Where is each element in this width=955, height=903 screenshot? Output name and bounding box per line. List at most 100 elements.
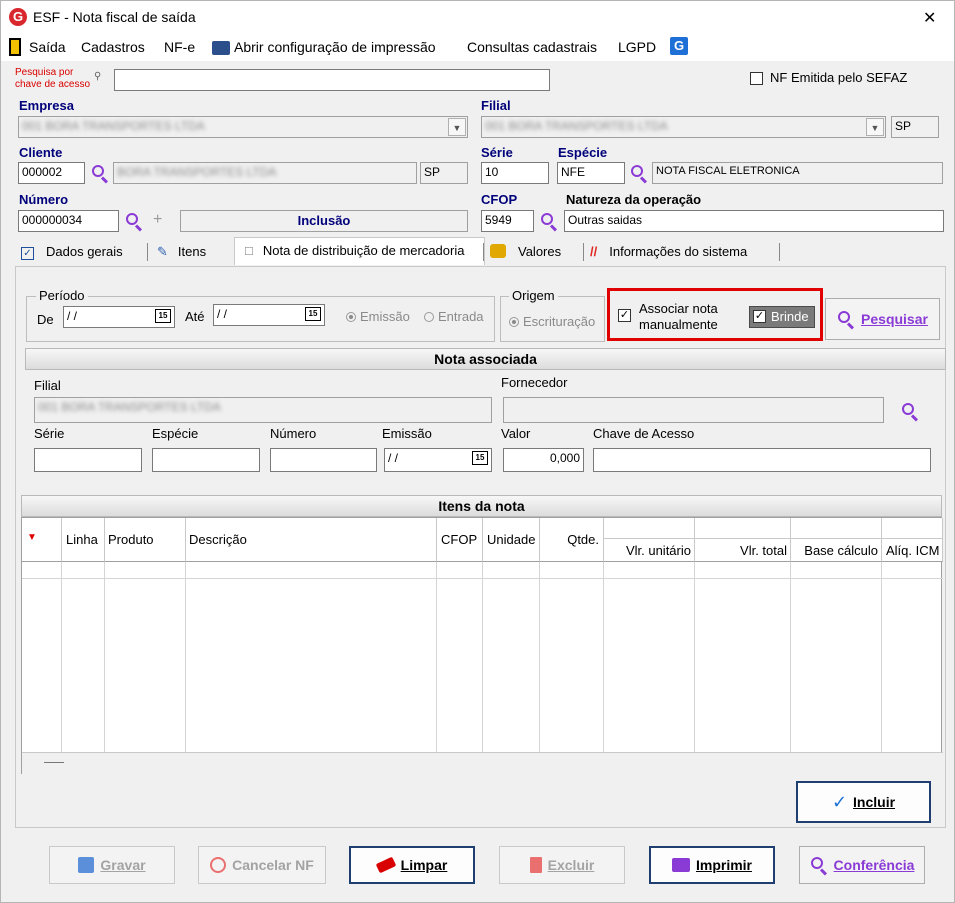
calendar-icon[interactable]: 15 bbox=[155, 309, 171, 323]
serie-label: Série bbox=[481, 145, 513, 160]
tab-dados-gerais[interactable]: ✓ Dados gerais bbox=[21, 239, 153, 265]
grid-col-line bbox=[695, 562, 791, 752]
tab-informacoes[interactable]: // Informações do sistema bbox=[590, 239, 780, 265]
col-cfop[interactable]: CFOP bbox=[437, 518, 483, 562]
empresa-value: 001 BORA TRANSPORTES LTDA bbox=[22, 119, 205, 133]
na-numero-input[interactable] bbox=[270, 448, 377, 472]
cliente-code-input[interactable]: 000002 bbox=[18, 162, 85, 184]
document-icon: □ bbox=[245, 243, 253, 258]
menu-abrir-configuracao[interactable]: Abrir configuração de impressão bbox=[234, 39, 436, 55]
especie-code-input[interactable]: NFE bbox=[557, 162, 625, 184]
de-date-value: / / bbox=[67, 309, 78, 323]
pesquisar-label: Pesquisar bbox=[861, 311, 928, 327]
cliente-label: Cliente bbox=[19, 145, 63, 160]
col-base-calculo[interactable]: Base cálculo bbox=[791, 518, 882, 562]
col-vlr-total[interactable]: Vlr. total bbox=[695, 518, 791, 562]
col-descricao[interactable]: Descrição bbox=[186, 518, 437, 562]
empresa-select[interactable]: 001 BORA TRANSPORTES LTDA ▼ bbox=[18, 116, 468, 138]
access-key-input[interactable] bbox=[114, 69, 550, 91]
close-icon[interactable]: ✕ bbox=[923, 8, 936, 28]
natureza-input[interactable]: Outras saidas bbox=[564, 210, 944, 232]
imprimir-button[interactable]: Imprimir bbox=[649, 846, 775, 884]
grid-first-row bbox=[22, 578, 943, 579]
menu-saida[interactable]: Saída bbox=[29, 39, 66, 55]
col-linha[interactable]: Linha bbox=[62, 518, 105, 562]
cfop-input[interactable]: 5949 bbox=[481, 210, 534, 232]
de-date-input[interactable]: / / 15 bbox=[63, 306, 175, 328]
menu-lgpd[interactable]: LGPD bbox=[618, 39, 656, 55]
brinde-checkbox[interactable]: ✓ bbox=[753, 310, 766, 323]
numero-input[interactable]: 000000034 bbox=[18, 210, 119, 232]
na-chave-input[interactable] bbox=[593, 448, 931, 472]
tab-itens[interactable]: ✎ Itens bbox=[157, 239, 231, 265]
fornecedor-search-icon[interactable] bbox=[901, 402, 919, 422]
itens-grid[interactable]: ▼ Linha Produto Descrição CFOP Unidade Q… bbox=[21, 517, 943, 774]
excluir-label: Excluir bbox=[547, 857, 595, 873]
cancelar-nf-button[interactable]: Cancelar NF bbox=[198, 846, 326, 884]
especie-search-icon[interactable] bbox=[630, 164, 648, 184]
tab-valores[interactable]: Valores bbox=[490, 239, 584, 265]
na-serie-input[interactable] bbox=[34, 448, 142, 472]
grid-col-line bbox=[186, 562, 437, 752]
emissao-radio[interactable]: Emissão bbox=[346, 309, 410, 324]
na-numero-label: Número bbox=[270, 426, 317, 441]
na-filial-label: Filial bbox=[34, 378, 61, 393]
excluir-button[interactable]: Excluir bbox=[499, 846, 625, 884]
col-vlr-total-label: Vlr. total bbox=[740, 543, 787, 558]
filial-label: Filial bbox=[481, 98, 511, 113]
entrada-radio-label: Entrada bbox=[438, 309, 484, 324]
conferencia-button[interactable]: Conferência bbox=[799, 846, 925, 884]
add-icon[interactable]: + bbox=[153, 211, 162, 229]
limpar-button[interactable]: Limpar bbox=[349, 846, 475, 884]
cliente-name-field: BORA TRANSPORTES LTDA bbox=[113, 162, 417, 184]
na-especie-input[interactable] bbox=[152, 448, 260, 472]
cfop-search-icon[interactable] bbox=[540, 212, 558, 232]
menu-cadastros[interactable]: Cadastros bbox=[81, 39, 145, 55]
filial-select[interactable]: 001 BORA TRANSPORTES LTDA ▼ bbox=[481, 116, 886, 138]
search-icon bbox=[837, 310, 855, 330]
grid-col-line bbox=[105, 562, 186, 752]
numero-search-icon[interactable] bbox=[125, 212, 143, 232]
search-icon bbox=[810, 856, 828, 876]
grid-col-line bbox=[483, 562, 540, 752]
escrituracao-radio[interactable]: Escrituração bbox=[509, 314, 595, 329]
periodo-title: Período bbox=[36, 288, 88, 303]
mode-field: Inclusão bbox=[180, 210, 468, 232]
col-cfop-label: CFOP bbox=[441, 532, 478, 547]
chevron-down-icon[interactable]: ▼ bbox=[866, 118, 884, 136]
cliente-search-icon[interactable] bbox=[91, 164, 109, 184]
gravar-button[interactable]: Gravar bbox=[49, 846, 175, 884]
calendar-icon[interactable]: 15 bbox=[472, 451, 488, 465]
ate-date-value: / / bbox=[217, 307, 228, 321]
key-icon: ⚲ bbox=[94, 71, 102, 82]
na-emissao-input[interactable]: / / 15 bbox=[384, 448, 492, 472]
col-qtde[interactable]: Qtde. bbox=[540, 518, 604, 562]
search-key-label-1: Pesquisa por bbox=[15, 67, 74, 78]
ate-date-input[interactable]: / / 15 bbox=[213, 304, 325, 326]
incluir-button[interactable]: ✓ Incluir bbox=[796, 781, 931, 823]
filial-uf-field: SP bbox=[891, 116, 939, 138]
col-unidade[interactable]: Unidade bbox=[483, 518, 540, 562]
col-aliq-icm[interactable]: Alíq. ICM bbox=[882, 518, 943, 562]
calendar-icon[interactable]: 15 bbox=[305, 307, 321, 321]
menu-consultas-cadastrais[interactable]: Consultas cadastrais bbox=[467, 39, 597, 55]
tab-nota-distribuicao[interactable]: □ Nota de distribuição de mercadoria bbox=[234, 237, 485, 265]
brand-g-icon[interactable]: G bbox=[670, 37, 688, 55]
eraser-icon bbox=[375, 856, 396, 874]
sefaz-checkbox[interactable] bbox=[750, 72, 763, 85]
col-vlr-unitario[interactable]: Vlr. unitário bbox=[604, 518, 695, 562]
radio-dot bbox=[346, 312, 356, 322]
associar-checkbox[interactable]: ✓ bbox=[618, 309, 631, 322]
chevron-down-icon[interactable]: ▼ bbox=[448, 118, 466, 136]
grid-col-line bbox=[437, 562, 483, 752]
checkmark-icon: ✓ bbox=[831, 791, 848, 812]
title-bar: G ESF - Nota fiscal de saída ✕ bbox=[1, 1, 954, 33]
col-produto[interactable]: Produto bbox=[105, 518, 186, 562]
na-valor-input[interactable]: 0,000 bbox=[503, 448, 584, 472]
col-aliq-icm-label: Alíq. ICM bbox=[886, 543, 940, 558]
menu-nfe[interactable]: NF-e bbox=[164, 39, 195, 55]
pesquisar-button[interactable]: Pesquisar bbox=[825, 298, 940, 340]
serie-input[interactable]: 10 bbox=[481, 162, 549, 184]
entrada-radio[interactable]: Entrada bbox=[424, 309, 484, 324]
brinde-label: Brinde bbox=[771, 309, 809, 324]
